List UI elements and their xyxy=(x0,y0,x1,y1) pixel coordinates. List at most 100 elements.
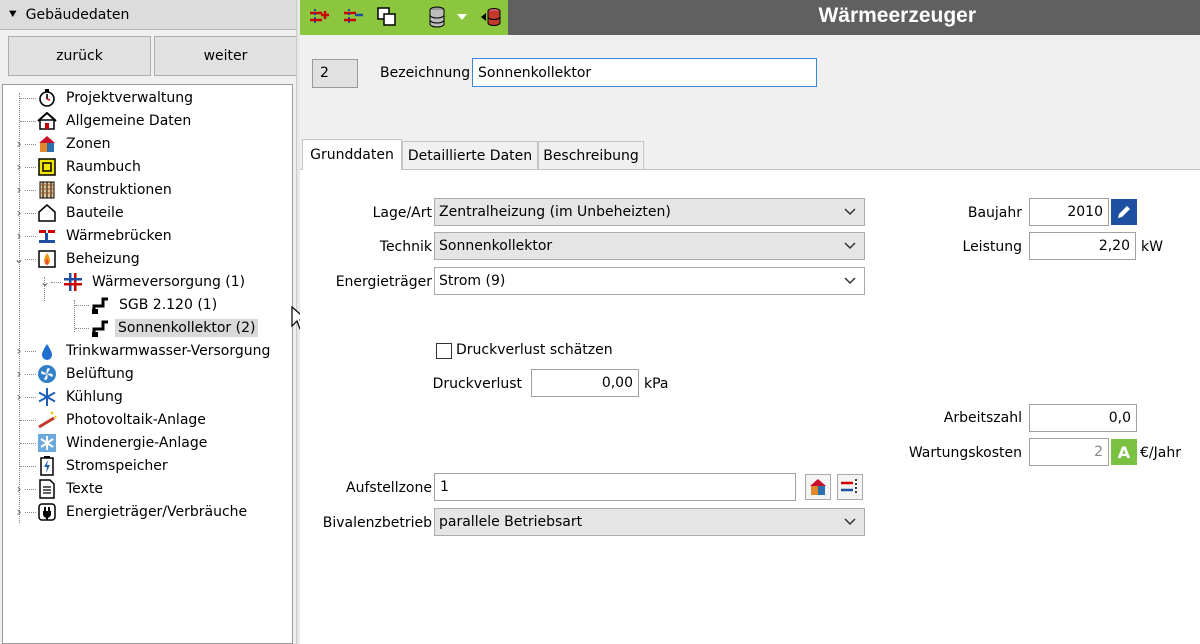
bezeichnung-input[interactable] xyxy=(472,58,817,87)
main-panel: Wärmeerzeuger 2 Bezeichnung Grunddaten D… xyxy=(300,0,1200,644)
database-red-icon[interactable] xyxy=(478,4,504,30)
aufstellzone-input[interactable] xyxy=(434,473,796,501)
edit-icon[interactable] xyxy=(1111,199,1137,225)
tree-item-windenergie[interactable]: Windenergie-Anlage xyxy=(3,432,292,454)
tree-item-label: Wärmeversorgung (1) xyxy=(92,274,246,290)
tree-item-stromspeicher[interactable]: Stromspeicher xyxy=(3,455,292,477)
add-red-icon[interactable] xyxy=(306,4,332,30)
snowflake-icon xyxy=(37,387,57,407)
bezeichnung-label: Bezeichnung xyxy=(380,65,471,81)
chevron-right-icon[interactable]: › xyxy=(13,390,25,404)
next-button[interactable]: weiter xyxy=(154,36,297,76)
tree-item-label: Sonnenkollektor (2) xyxy=(115,319,259,337)
lage-label: Lage/Art xyxy=(372,205,432,221)
tree-item-sgb[interactable]: SGB 2.120 (1) xyxy=(3,294,292,316)
panel-title: Gebäudedaten xyxy=(25,6,130,23)
tree-item-label: Windenergie-Anlage xyxy=(66,435,208,451)
dropdown-arrow-icon[interactable] xyxy=(454,4,470,30)
tree-item-waermeversorgung[interactable]: ⌄ Wärmeversorgung (1) xyxy=(3,271,292,293)
tree-item-label: Texte xyxy=(66,481,103,497)
zone-house-icon xyxy=(37,134,57,154)
lage-select[interactable]: Zentralheizung (im Unbeheizten) xyxy=(434,198,865,226)
wartungskosten-label: Wartungskosten xyxy=(908,445,1022,461)
tree-item-zonen[interactable]: › Zonen xyxy=(3,133,292,155)
tree-item-texte[interactable]: › Texte xyxy=(3,478,292,500)
baujahr-label: Baujahr xyxy=(967,205,1022,221)
page-title: Wärmeerzeuger xyxy=(818,4,976,27)
panel-header[interactable]: ⯆ Gebäudedaten xyxy=(0,0,296,30)
tab-detaillierte-daten[interactable]: Detaillierte Daten xyxy=(402,141,538,169)
remove-red-icon[interactable] xyxy=(340,4,366,30)
document-icon xyxy=(37,479,57,499)
back-button[interactable]: zurück xyxy=(8,36,151,76)
pipe-icon xyxy=(91,318,111,338)
fan-icon xyxy=(37,364,57,384)
tree-item-konstruktionen[interactable]: › Konstruktionen xyxy=(3,179,292,201)
tab-beschreibung[interactable]: Beschreibung xyxy=(538,141,644,169)
tree-item-label: Raumbuch xyxy=(66,159,141,175)
tree-item-raumbuch[interactable]: › Raumbuch xyxy=(3,156,292,178)
chevron-right-icon[interactable]: › xyxy=(13,505,25,519)
tree-item-label: Bauteile xyxy=(66,205,124,221)
zone-house-icon[interactable] xyxy=(805,474,831,500)
tab-grunddaten[interactable]: Grunddaten xyxy=(302,139,402,170)
battery-icon xyxy=(37,456,57,476)
druckverlust-unit: kPa xyxy=(644,376,669,392)
tree-item-label: Zonen xyxy=(66,136,111,152)
tree-item-sonnenkollektor[interactable]: Sonnenkollektor (2) xyxy=(3,317,292,339)
chevron-right-icon[interactable]: › xyxy=(13,344,25,358)
druckverlust-input[interactable] xyxy=(531,369,639,397)
chevron-right-icon[interactable]: › xyxy=(13,206,25,220)
bivalenzbetrieb-select[interactable]: parallele Betriebsart xyxy=(434,508,865,536)
tree-item-belueftung[interactable]: › Belüftung xyxy=(3,363,292,385)
tree-item-waermebruecken[interactable]: › Wärmebrücken xyxy=(3,225,292,247)
room-book-icon xyxy=(37,157,57,177)
left-panel: ⯆ Gebäudedaten zurück weiter Projektverw… xyxy=(0,0,297,644)
chevron-right-icon[interactable]: › xyxy=(13,137,25,151)
chevron-down-icon xyxy=(844,518,856,526)
database-icon[interactable] xyxy=(424,4,450,30)
tree-item-bauteile[interactable]: › Bauteile xyxy=(3,202,292,224)
baujahr-input[interactable] xyxy=(1029,198,1109,226)
tree-item-trinkwarmwasser[interactable]: › Trinkwarmwasser-Versorgung xyxy=(3,340,292,362)
chevron-down-icon[interactable]: ⌄ xyxy=(13,252,25,266)
tree-item-projektverwaltung[interactable]: Projektverwaltung xyxy=(3,87,292,109)
tree-item-kuehlung[interactable]: › Kühlung xyxy=(3,386,292,408)
energietraeger-label: Energieträger xyxy=(335,274,432,290)
flame-icon xyxy=(37,249,57,269)
druckverlust-checkbox[interactable] xyxy=(436,343,452,359)
chevron-right-icon[interactable]: › xyxy=(13,183,25,197)
technik-select[interactable]: Sonnenkollektor xyxy=(434,232,865,260)
leistung-input[interactable] xyxy=(1029,232,1136,260)
copy-icon[interactable] xyxy=(374,4,400,30)
grunddaten-panel: Lage/Art Zentralheizung (im Unbeheizten)… xyxy=(300,169,1200,644)
toolbar-actions xyxy=(300,0,508,35)
tree-item-label: Kühlung xyxy=(66,389,123,405)
energietraeger-select[interactable]: Strom (9) xyxy=(434,267,865,295)
tree-item-allgemeine-daten[interactable]: Allgemeine Daten xyxy=(3,110,292,132)
auto-value-icon[interactable]: A xyxy=(1111,439,1137,465)
leistung-unit: kW xyxy=(1141,239,1163,255)
chevron-right-icon[interactable]: › xyxy=(13,160,25,174)
chevron-down-icon[interactable]: ⯆ xyxy=(8,7,18,22)
bivalenzbetrieb-value: parallele Betriebsart xyxy=(439,514,583,530)
tree-item-label: Photovoltaik-Anlage xyxy=(66,412,206,428)
stopwatch-icon xyxy=(37,88,57,108)
tree-item-energietraeger[interactable]: › Energieträger/Verbräuche xyxy=(3,501,292,523)
chevron-down-icon[interactable]: ⌄ xyxy=(39,275,51,289)
leistung-label: Leistung xyxy=(962,239,1022,255)
tree-item-label: SGB 2.120 (1) xyxy=(119,297,218,313)
wartungskosten-input[interactable] xyxy=(1029,438,1109,466)
tree-item-beheizung[interactable]: ⌄ Beheizung xyxy=(3,248,292,270)
arbeitszahl-input[interactable] xyxy=(1029,404,1137,432)
aufstellzone-label: Aufstellzone xyxy=(346,480,432,496)
chevron-right-icon[interactable]: › xyxy=(13,367,25,381)
arbeitszahl-label: Arbeitszahl xyxy=(943,410,1022,426)
energietraeger-value: Strom (9) xyxy=(439,273,506,289)
tree-item-label: Stromspeicher xyxy=(66,458,168,474)
chevron-right-icon[interactable]: › xyxy=(13,482,25,496)
pipe-icon xyxy=(91,295,111,315)
chevron-right-icon[interactable]: › xyxy=(13,229,25,243)
tree-item-photovoltaik[interactable]: Photovoltaik-Anlage xyxy=(3,409,292,431)
thermal-bridge-add-icon[interactable] xyxy=(837,474,863,500)
